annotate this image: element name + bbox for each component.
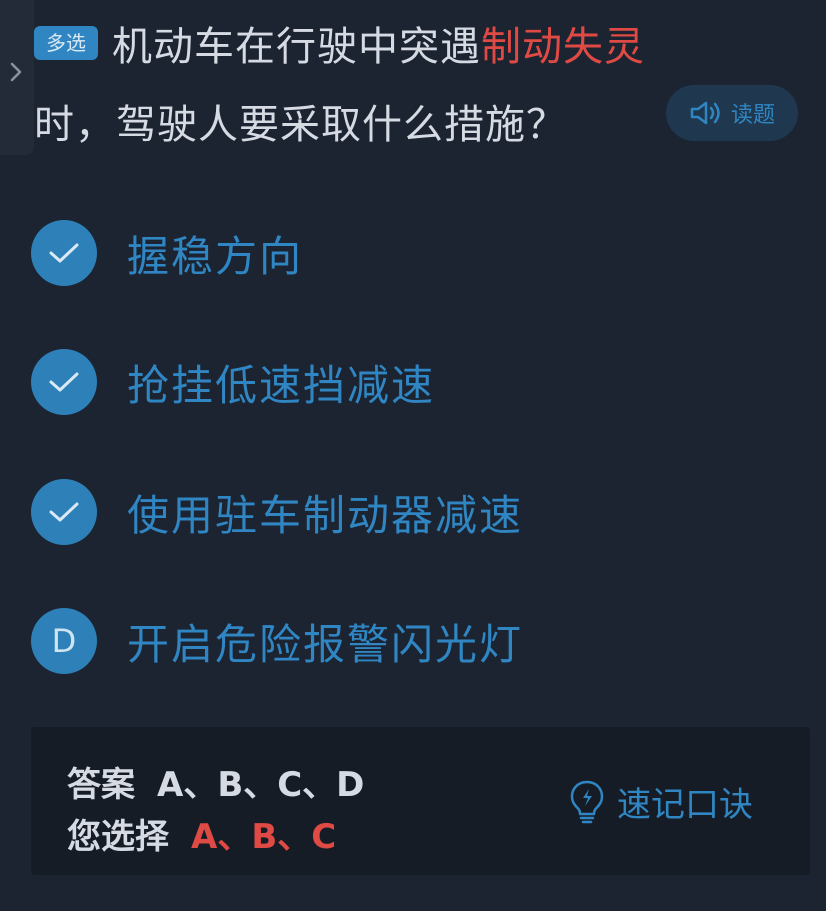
option-d-label: 开启危险报警闪光灯 — [127, 619, 524, 669]
correct-answer-row: 答案 A、B、C、D — [67, 757, 364, 806]
read-question-button[interactable]: 读题 — [666, 85, 798, 141]
question-screen: 多选 机动车在行驶中突遇制动失灵时，驾驶人要采取什么措施？ 读题 握稳方向 抢挂低… — [0, 0, 826, 911]
option-c-check — [31, 479, 97, 545]
selected-answer-label: 您选择 — [67, 817, 169, 857]
option-d[interactable]: D 开启危险报警闪光灯 — [31, 607, 523, 675]
lightbulb-icon — [570, 780, 604, 823]
question-text: 多选 机动车在行驶中突遇制动失灵时，驾驶人要采取什么措施？ — [34, 8, 794, 164]
memory-tips-label: 速记口诀 — [617, 785, 753, 825]
speaker-icon — [690, 101, 720, 125]
check-icon — [49, 502, 79, 522]
question-text-start: 机动车在行驶中突遇 — [112, 24, 481, 70]
check-icon — [49, 372, 79, 392]
question-type-badge: 多选 — [34, 26, 98, 60]
chevron-right-icon — [10, 62, 22, 82]
option-b[interactable]: 抢挂低速挡减速 — [31, 348, 435, 416]
selected-answer-value: A、B、C — [191, 817, 337, 857]
option-c[interactable]: 使用驻车制动器减速 — [31, 478, 523, 546]
option-a[interactable]: 握稳方向 — [31, 219, 303, 287]
option-b-check — [31, 349, 97, 415]
option-b-label: 抢挂低速挡减速 — [127, 360, 436, 410]
option-a-check — [31, 220, 97, 286]
correct-answer-value: A、B、C、D — [157, 765, 365, 805]
selected-answer-row: 您选择 A、B、C — [67, 809, 336, 858]
side-drawer-tab[interactable] — [0, 0, 34, 155]
memory-tips-button[interactable]: 速记口诀 — [569, 777, 753, 826]
question-highlight: 制动失灵 — [481, 24, 645, 70]
option-c-label: 使用驻车制动器减速 — [127, 490, 524, 540]
option-d-marker: D — [31, 608, 97, 674]
answer-panel: 答案 A、B、C、D 您选择 A、B、C 速记口诀 — [31, 727, 810, 875]
read-question-label: 读题 — [730, 103, 775, 128]
option-a-label: 握稳方向 — [127, 231, 304, 281]
correct-answer-label: 答案 — [67, 765, 135, 805]
check-icon — [49, 243, 79, 263]
question-text-end: 时，驾驶人要采取什么措施？ — [34, 102, 567, 148]
